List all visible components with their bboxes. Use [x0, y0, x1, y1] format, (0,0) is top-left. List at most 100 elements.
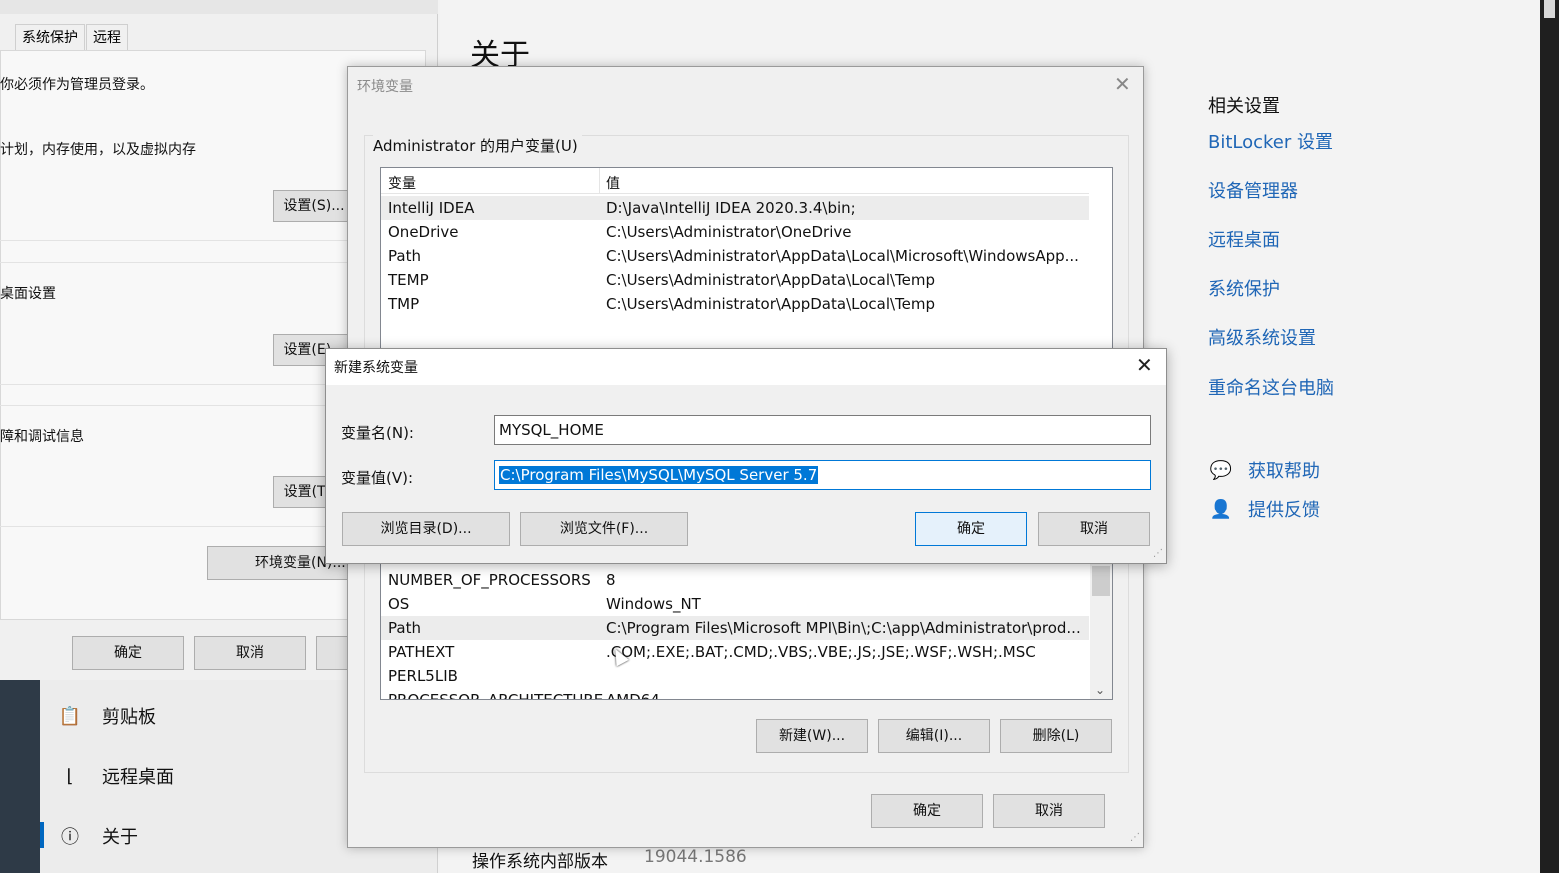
- feedback-label: 提供反馈: [1248, 500, 1320, 521]
- new-variable-button[interactable]: 新建(W)...: [756, 719, 868, 753]
- new-variable-ok-button[interactable]: 确定: [915, 512, 1027, 546]
- system-properties-cancel-button[interactable]: 取消: [194, 636, 306, 670]
- startup-recovery-description: 障和调试信息: [0, 429, 84, 445]
- remote-desktop-icon: ⌊: [66, 765, 74, 787]
- scrollbar-thumb[interactable]: [1092, 566, 1110, 596]
- nav-active-indicator: [40, 822, 44, 848]
- info-icon: ⓘ: [61, 827, 79, 848]
- variable-name: TEMP: [388, 271, 429, 289]
- link-rename-pc[interactable]: 重命名这台电脑: [1208, 374, 1334, 400]
- tab-system-protection[interactable]: 系统保护: [15, 24, 85, 50]
- delete-variable-button[interactable]: 删除(L): [1000, 719, 1112, 753]
- browse-file-button[interactable]: 浏览文件(F)...: [520, 512, 688, 546]
- variable-name: Path: [388, 619, 421, 637]
- table-row[interactable]: PATHEXT .COM;.EXE;.BAT;.CMD;.VBS;.VBE;.JS…: [381, 640, 1089, 664]
- variable-name-input[interactable]: MYSQL_HOME: [494, 415, 1151, 445]
- variable-name: Path: [388, 247, 421, 265]
- table-row[interactable]: OS Windows_NT: [381, 592, 1089, 616]
- link-advanced-system-settings[interactable]: 高级系统设置: [1208, 324, 1316, 350]
- link-remote-desktop[interactable]: 远程桌面: [1208, 226, 1280, 252]
- variable-name-text: MYSQL_HOME: [499, 421, 604, 439]
- close-icon[interactable]: ✕: [1136, 353, 1153, 377]
- feedback-link[interactable]: 👤 提供反馈: [1208, 496, 1320, 522]
- table-row[interactable]: PROCESSOR_ARCHITECTUREAMD64: [381, 688, 1089, 699]
- nav-label-clipboard: 剪贴板: [102, 707, 156, 728]
- os-build-value: 19044.1586: [644, 847, 747, 867]
- link-system-protection[interactable]: 系统保护: [1208, 275, 1280, 301]
- nav-item-clipboard[interactable]: 📋 剪贴板: [58, 703, 156, 729]
- variable-name: OneDrive: [388, 223, 459, 241]
- variable-name: OS: [388, 595, 410, 613]
- variable-name: PATHEXT: [388, 643, 455, 661]
- variable-value-text: C:\Program Files\MySQL\MySQL Server 5.7: [499, 466, 819, 484]
- table-row[interactable]: TEMP C:\Users\Administrator\AppData\Local…: [381, 268, 1089, 292]
- user-variables-label: Administrator 的用户变量(U): [373, 135, 582, 156]
- variable-name: PERL5LIB: [388, 667, 458, 685]
- env-cancel-button[interactable]: 取消: [993, 794, 1105, 828]
- variable-value-input[interactable]: C:\Program Files\MySQL\MySQL Server 5.7: [494, 460, 1151, 490]
- nav-item-about[interactable]: ⓘ 关于: [58, 823, 138, 849]
- desktop-edge: [0, 680, 40, 873]
- user-variables-header: 变量 值: [381, 168, 1089, 194]
- variable-value: 8: [606, 571, 616, 589]
- variable-value: C:\Users\Administrator\AppData\Local\Mic…: [606, 247, 1079, 265]
- related-settings-heading: 相关设置: [1208, 96, 1280, 117]
- nav-item-remote-desktop[interactable]: ⌊ 远程桌面: [58, 763, 174, 789]
- column-divider[interactable]: [599, 168, 600, 194]
- new-variable-cancel-button[interactable]: 取消: [1038, 512, 1150, 546]
- browse-directory-button[interactable]: 浏览目录(D)...: [342, 512, 510, 546]
- nav-label-about: 关于: [102, 827, 138, 848]
- new-variable-titlebar: [326, 349, 1166, 385]
- table-row[interactable]: Path C:\Users\Administrator\AppData\Local…: [381, 244, 1089, 268]
- table-row[interactable]: Path C:\Program Files\Microsoft MPI\Bin\;…: [381, 616, 1089, 640]
- system-properties-titlebar: [0, 0, 438, 14]
- resize-grip-icon[interactable]: ⋰: [1128, 832, 1140, 844]
- env-dialog-title: 环境变量: [357, 79, 413, 95]
- variable-name: IntelliJ IDEA: [388, 199, 475, 217]
- scrollbar-thumb[interactable]: [1544, 0, 1555, 18]
- variable-name-label: 变量名(N):: [341, 424, 414, 442]
- variable-value: Windows_NT: [606, 595, 701, 613]
- variable-value: C:\Program Files\Microsoft MPI\Bin\;C:\a…: [606, 619, 1081, 637]
- table-row[interactable]: NUMBER_OF_PROCESSORS 8: [381, 568, 1089, 592]
- column-header-variable[interactable]: 变量: [388, 173, 416, 193]
- column-header-value[interactable]: 值: [606, 173, 620, 193]
- admin-note: 你必须作为管理员登录。: [0, 77, 154, 93]
- tab-remote[interactable]: 远程: [86, 24, 128, 50]
- link-device-manager[interactable]: 设备管理器: [1208, 177, 1298, 203]
- table-row[interactable]: IntelliJ IDEA D:\Java\IntelliJ IDEA 2020.…: [381, 196, 1089, 220]
- new-variable-title: 新建系统变量: [334, 360, 418, 376]
- resize-grip-icon[interactable]: ⋰: [1151, 548, 1163, 560]
- table-row[interactable]: TMP C:\Users\Administrator\AppData\Local\…: [381, 292, 1089, 316]
- window-scrollbar[interactable]: [1540, 0, 1559, 873]
- get-help-link[interactable]: 💬 获取帮助: [1208, 457, 1320, 483]
- variable-value: D:\Java\IntelliJ IDEA 2020.3.4\bin;: [606, 199, 856, 217]
- variable-value: C:\Users\Administrator\AppData\Local\Tem…: [606, 295, 936, 313]
- user-profile-description: 桌面设置: [0, 286, 56, 302]
- variable-name: NUMBER_OF_PROCESSORS: [388, 571, 591, 589]
- variable-value: C:\Users\Administrator\AppData\Local\Tem…: [606, 271, 936, 289]
- get-help-label: 获取帮助: [1248, 461, 1320, 482]
- chevron-down-icon[interactable]: ⌄: [1095, 683, 1105, 697]
- variable-value: C:\Users\Administrator\OneDrive: [606, 223, 852, 241]
- variable-value: .COM;.EXE;.BAT;.CMD;.VBS;.VBE;.JS;.JSE;.…: [606, 643, 1036, 661]
- variable-value-label: 变量值(V):: [341, 469, 414, 487]
- variable-name: PROCESSOR_ARCHITECTURE: [388, 691, 603, 699]
- system-properties-ok-button[interactable]: 确定: [72, 636, 184, 670]
- clipboard-icon: 📋: [58, 705, 82, 727]
- system-variables-scrollbar[interactable]: ⌄: [1090, 564, 1112, 699]
- link-bitlocker[interactable]: BitLocker 设置: [1208, 128, 1333, 154]
- performance-settings-button[interactable]: 设置(S)...: [273, 190, 355, 222]
- variable-value: AMD64: [606, 691, 660, 699]
- env-ok-button[interactable]: 确定: [871, 794, 983, 828]
- close-icon[interactable]: ✕: [1114, 72, 1131, 96]
- table-row[interactable]: PERL5LIB: [381, 664, 1089, 688]
- table-row[interactable]: OneDrive C:\Users\Administrator\OneDrive: [381, 220, 1089, 244]
- variable-name: TMP: [388, 295, 420, 313]
- feedback-icon: 👤: [1209, 498, 1233, 520]
- performance-description: 计划，内存使用，以及虚拟内存: [0, 142, 196, 158]
- help-chat-icon: 💬: [1209, 459, 1233, 481]
- os-build-label: 操作系统内部版本: [472, 852, 608, 872]
- edit-variable-button[interactable]: 编辑(I)...: [878, 719, 990, 753]
- nav-label-remote-desktop: 远程桌面: [102, 767, 174, 788]
